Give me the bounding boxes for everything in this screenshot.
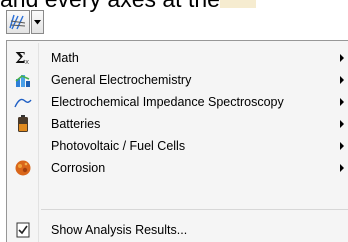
toolbar: [6, 9, 44, 35]
photovoltaic-blank-icon: [9, 135, 37, 157]
submenu-arrow-icon: [340, 76, 344, 84]
menu-item-label: Show Analysis Results...: [51, 223, 188, 237]
menu-item-label: Photovoltaic / Fuel Cells: [51, 139, 186, 153]
analysis-dropdown-button[interactable]: [31, 10, 44, 34]
analysis-menu: Σ x Math General Electrochemistry Electr…: [6, 40, 348, 242]
results-checklist-icon: [9, 219, 37, 241]
menu-item-label: Math: [51, 51, 79, 65]
svg-text:x: x: [25, 58, 29, 66]
menu-item-math[interactable]: Σ x Math: [9, 47, 348, 69]
background-highlight: [220, 0, 256, 8]
submenu-arrow-icon: [340, 142, 344, 150]
menu-item-label: Batteries: [51, 117, 101, 131]
sigma-icon: Σ x: [9, 47, 37, 69]
battery-icon: [9, 113, 37, 135]
chevron-down-icon: [34, 19, 41, 24]
bar-chart-icon: [9, 69, 37, 91]
submenu-arrow-icon: [340, 120, 344, 128]
menu-separator: [41, 209, 348, 210]
menu-item-label: Electrochemical Impedance Spectroscopy: [51, 95, 284, 109]
menu-item-electrochemical-impedance-spectroscopy[interactable]: Electrochemical Impedance Spectroscopy: [9, 91, 348, 113]
plot-lines-icon: [9, 14, 26, 30]
submenu-arrow-icon: [340, 54, 344, 62]
submenu-arrow-icon: [340, 98, 344, 106]
menu-item-label: Corrosion: [51, 161, 106, 175]
menu-item-show-analysis-results[interactable]: Show Analysis Results...: [9, 219, 348, 241]
arc-curve-icon: [9, 91, 37, 113]
submenu-arrow-icon: [340, 164, 344, 172]
menu-item-corrosion[interactable]: Corrosion: [9, 157, 348, 179]
analysis-button[interactable]: [6, 10, 30, 34]
menu-item-batteries[interactable]: Batteries: [9, 113, 348, 135]
menu-item-label: General Electrochemistry: [51, 73, 192, 87]
corrosion-icon: [9, 157, 37, 179]
menu-item-photovoltaic-fuel-cells[interactable]: Photovoltaic / Fuel Cells: [9, 135, 348, 157]
menu-item-general-electrochemistry[interactable]: General Electrochemistry: [9, 69, 348, 91]
